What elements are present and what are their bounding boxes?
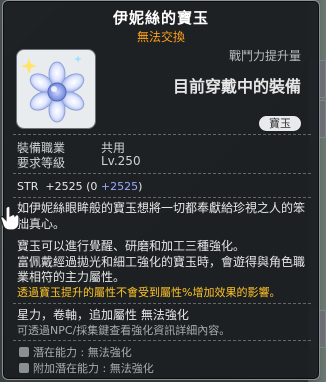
potential-value: 無法強化 — [87, 346, 132, 359]
item-tooltip: 伊妮絲的寶玉 無法交換 戰鬥力提升量 目前穿戴中的裝備 寶玉 裝備職業 共用 要… — [2, 0, 320, 380]
flavor-text-line: 如伊妮絲眼眸般的寶玉想將一切都奉獻給珍視之人的笨 — [17, 201, 306, 215]
trade-status: 無法交換 — [136, 30, 185, 44]
info-text-line: 富佩戴經過拋光和細工強化的寶玉時，會遊得與角色職 — [17, 255, 306, 269]
stat-line: STR +2525 (0 +2525) — [17, 180, 142, 193]
info-text-line: 業相符的主力屬性。 — [17, 270, 126, 284]
jewel-icon — [21, 55, 85, 123]
equipped-status: 目前穿戴中的裝備 — [172, 77, 301, 96]
item-icon-frame — [16, 49, 96, 129]
divider — [13, 134, 311, 135]
stat-name: STR — [17, 180, 39, 193]
hand-pointer-icon — [0, 205, 22, 235]
additional-potential-label: 附加潛在能力 — [33, 362, 99, 375]
divider — [13, 303, 311, 304]
potential-icon — [19, 363, 29, 373]
potential-icon — [19, 347, 29, 357]
divider — [13, 340, 311, 341]
combat-power-label: 戰鬥力提升量 — [228, 49, 301, 63]
additional-potential-value: 無法強化 — [109, 362, 154, 375]
stat-total: +2525 — [45, 180, 83, 193]
level-value: Lv.250 — [101, 154, 141, 168]
info-text-line: 寶玉可以進行覺醒、研磨和加工三種強化。 — [17, 239, 246, 253]
flavor-text-line: 拙真心。 — [17, 217, 66, 231]
stat-bonus: +2525 — [100, 180, 139, 193]
divider — [13, 197, 311, 198]
level-label: 要求等級 — [17, 156, 66, 170]
warning-text: 透過寶玉提升的屬性不會受到屬性%增加效果的影響。 — [17, 286, 281, 299]
additional-potential-row: 附加潛在能力 : 無法強化 — [19, 360, 154, 376]
stat-close: ) — [138, 180, 143, 193]
enhance-status: 星力，卷軸，追加屬性 無法強化 — [17, 308, 189, 322]
category-badge: 寶玉 — [259, 116, 301, 131]
potential-label: 潛在能力 — [33, 346, 77, 359]
item-title: 伊妮絲的寶玉 — [112, 9, 209, 27]
divider — [13, 173, 311, 174]
stat-base: (0 — [86, 180, 101, 193]
potential-row: 潛在能力 : 無法強化 — [19, 344, 132, 360]
npc-info: 可透過NPC/採集鍵查看強化資訊詳細內容。 — [17, 324, 231, 337]
